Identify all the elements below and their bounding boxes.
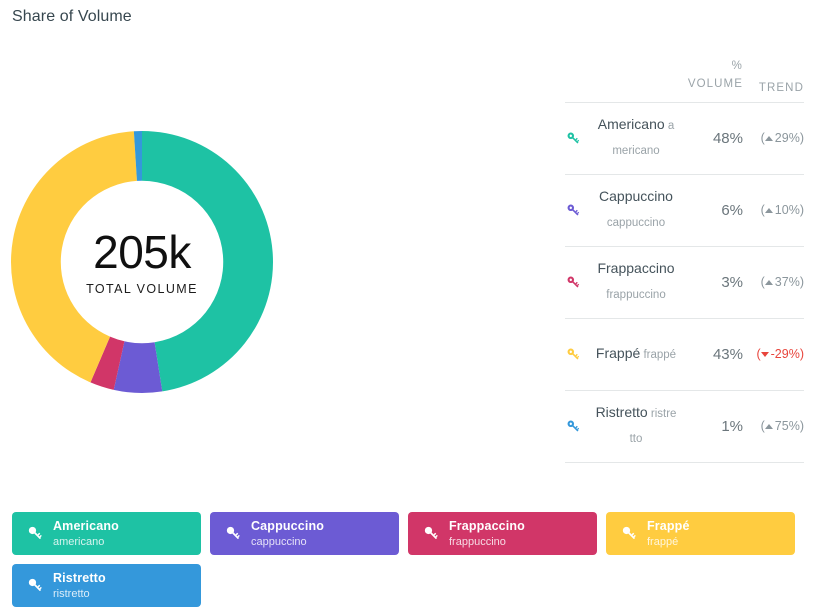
row-name: Ristretto [595,404,648,421]
legend-item-subtitle: americano [53,535,105,548]
row-volume: 48% [712,129,743,147]
row-trend: (10%) [760,203,804,218]
trend-value: 37% [774,275,800,290]
legend-item[interactable]: Frappaccino frappuccino [408,512,597,555]
legend-item-subtitle: frappé [647,535,679,548]
row-trend: (37%) [760,275,804,290]
key-icon [567,204,580,216]
trend-up-icon [764,136,773,142]
legend-item-name: Ristretto [53,570,106,585]
row-key-icon [565,130,595,147]
legend-item-text: Frappé frappé [647,518,690,550]
row-subtitle: cappuccino [606,217,666,230]
row-name: Cappuccino [599,188,673,205]
row-name: Americano [597,116,665,133]
legend-item-name: Americano [53,518,119,533]
legend-item-text: Cappuccino cappuccino [251,518,324,550]
legend-key-icon [26,576,48,595]
legend-item[interactable]: Cappuccino cappuccino [210,512,399,555]
legend-item-name: Frappé [647,518,690,533]
trend-up-icon [764,280,773,286]
row-key-icon [565,202,595,219]
donut-segment[interactable] [142,131,273,392]
row-key-icon [565,346,595,363]
legend-item-text: Ristretto ristretto [53,570,106,602]
table-row[interactable]: Frappé frappé 43% (-29%) [565,319,804,391]
row-volume: 1% [721,417,743,435]
key-icon [424,526,438,539]
key-icon [567,420,580,432]
legend-item-text: Frappaccino frappuccino [449,518,525,550]
key-icon [567,276,580,288]
table-row[interactable]: Ristretto ristretto 1% (75%) [565,391,804,463]
legend-item-subtitle: cappuccino [251,535,307,548]
key-icon [226,526,240,539]
volume-table: % VOLUME TREND Americano americano 48% (29… [565,58,804,463]
row-name-cell: Americano americano [595,113,677,163]
key-icon [567,348,580,360]
trend-up-icon [764,424,773,430]
table-header-volume: % VOLUME [677,58,743,94]
legend-key-icon [224,524,246,543]
legend-key-icon [26,524,48,543]
row-name-cell: Ristretto ristretto [595,401,677,451]
key-icon [622,526,636,539]
page-title: Share of Volume [12,8,132,25]
row-name-cell: Frappaccino frappuccino [595,257,677,307]
row-subtitle: frappuccino [606,289,666,302]
legend-item-subtitle: frappuccino [449,535,506,548]
legend-item-subtitle: ristretto [53,587,90,600]
trend-value: 29% [774,131,800,146]
trend-value: 10% [774,203,800,218]
legend-list: Americano americano Cappuccino cappuccino Fr… [12,512,812,607]
legend-item-name: Frappaccino [449,518,525,533]
table-row[interactable]: Americano americano 48% (29%) [565,103,804,175]
key-icon [28,526,42,539]
percent-symbol: % [731,60,743,72]
row-volume: 3% [721,273,743,291]
table-header-row: % VOLUME TREND [565,58,804,103]
row-subtitle: frappé [640,348,677,361]
row-name: Frappé [595,344,641,361]
table-header-trend: TREND [758,81,804,94]
row-trend: (75%) [760,419,804,434]
row-trend: (29%) [760,131,804,146]
row-key-icon [565,274,595,291]
share-of-volume-widget: Share of Volume 205k TOTAL VOLUME % VOLU… [0,0,839,613]
table-row[interactable]: Cappuccino cappuccino 6% (10%) [565,175,804,247]
trend-value: -29% [770,347,800,362]
legend-key-icon [620,524,642,543]
trend-down-icon [760,352,769,358]
legend-key-icon [422,524,444,543]
table-row[interactable]: Frappaccino frappuccino 3% (37%) [565,247,804,319]
donut-chart: 205k TOTAL VOLUME [8,128,276,396]
row-volume: 43% [712,345,743,363]
row-volume: 6% [721,201,743,219]
legend-item-text: Americano americano [53,518,119,550]
legend-item-name: Cappuccino [251,518,325,533]
key-icon [567,132,580,144]
trend-value: 75% [774,419,800,434]
legend-item[interactable]: Americano americano [12,512,201,555]
donut-chart-svg [10,130,273,393]
row-name-cell: Cappuccino cappuccino [595,185,677,235]
row-trend: (-29%) [756,347,804,362]
trend-up-icon [764,208,773,214]
key-icon [28,578,42,591]
legend-item[interactable]: Frappé frappé [606,512,795,555]
table-body: Americano americano 48% (29%) Cappuccino ca… [565,103,804,463]
row-name-cell: Frappé frappé [595,342,677,367]
legend-item[interactable]: Ristretto ristretto [12,564,201,607]
row-name: Frappaccino [597,260,675,277]
row-key-icon [565,418,595,435]
volume-label: VOLUME [687,77,743,90]
